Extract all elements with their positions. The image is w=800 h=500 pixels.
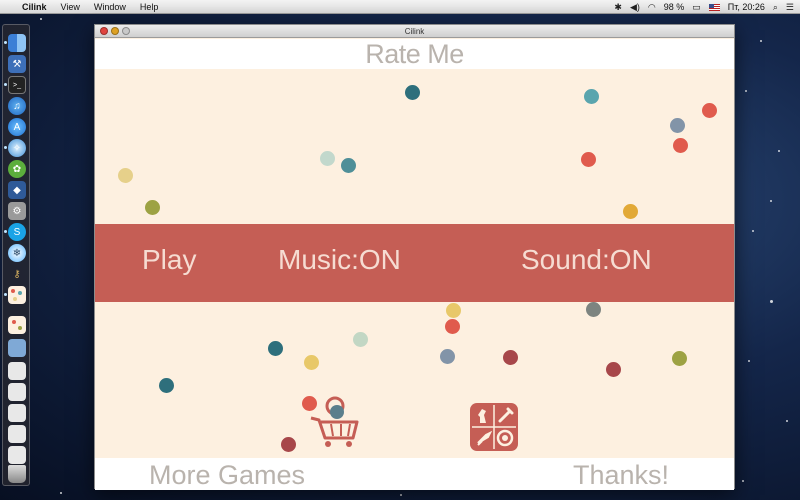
dot — [445, 319, 460, 334]
dot — [672, 351, 687, 366]
minimize-window-button[interactable] — [111, 27, 119, 35]
window-title: Cilink — [404, 27, 425, 36]
games-collection-icon — [472, 405, 516, 449]
menu-app-name[interactable]: Cilink — [22, 2, 47, 12]
dot — [446, 303, 461, 318]
window-titlebar[interactable]: Cilink — [95, 25, 734, 38]
battery-status[interactable]: 98 % — [664, 2, 685, 12]
dot — [145, 200, 160, 215]
menu-bar: Cilink View Window Help ✱ ◀) ◠ 98 % ▭ Пт… — [0, 0, 800, 14]
dashboard-icon[interactable]: ◆ — [8, 181, 26, 199]
finder-icon[interactable] — [8, 34, 26, 52]
terminal-icon[interactable]: >_ — [8, 76, 26, 94]
dot — [159, 378, 174, 393]
document-icon[interactable] — [8, 425, 26, 443]
more-games-button[interactable]: More Games — [149, 460, 305, 491]
main-menu-band: Play Music:ON Sound:ON — [95, 224, 734, 302]
dot — [304, 355, 319, 370]
menu-view[interactable]: View — [61, 2, 80, 12]
network-icon[interactable]: ❄ — [8, 244, 26, 262]
dot — [670, 118, 685, 133]
shopping-cart-icon — [310, 396, 359, 447]
dot — [118, 168, 133, 183]
close-window-button[interactable] — [100, 27, 108, 35]
game-center-button[interactable] — [470, 403, 518, 451]
safari-icon[interactable]: ✧ — [8, 139, 26, 157]
system-preferences-icon[interactable]: ⚙ — [8, 202, 26, 220]
dot — [440, 349, 455, 364]
menu-help[interactable]: Help — [140, 2, 159, 12]
shop-cart-button[interactable] — [309, 396, 359, 448]
sound-toggle[interactable]: Sound:ON — [521, 244, 652, 276]
menu-window[interactable]: Window — [94, 2, 126, 12]
dot — [503, 350, 518, 365]
keychain-icon[interactable]: ⚷ — [8, 265, 26, 283]
dot — [673, 138, 688, 153]
dot — [623, 204, 638, 219]
skype-icon[interactable]: S — [8, 223, 26, 241]
battery-icon: ▭ — [692, 1, 701, 12]
document-icon[interactable] — [8, 446, 26, 464]
document-icon[interactable] — [8, 404, 26, 422]
thanks-button[interactable]: Thanks! — [573, 460, 669, 491]
play-button[interactable]: Play — [142, 244, 196, 276]
itunes-icon[interactable]: ♫ — [8, 97, 26, 115]
dot — [281, 437, 296, 452]
input-source-flag-icon[interactable] — [708, 3, 720, 11]
folder-icon[interactable] — [8, 339, 26, 357]
rate-me-button[interactable]: Rate Me — [95, 39, 734, 69]
zoom-window-button[interactable] — [122, 27, 130, 35]
cilink-doc-icon[interactable] — [8, 316, 26, 334]
dot — [341, 158, 356, 173]
xcode-icon[interactable]: ⚒ — [8, 55, 26, 73]
volume-icon[interactable]: ◀) — [630, 2, 640, 13]
dock: ⚒ >_ ♫ A ✧ ✿ ◆ ⚙ S ❄ ⚷ — [2, 24, 30, 486]
wifi-icon[interactable]: ◠ — [648, 2, 656, 13]
notification-center-icon[interactable]: ☰ — [786, 2, 794, 13]
dot — [586, 302, 601, 317]
bluetooth-icon[interactable]: ✱ — [614, 2, 622, 13]
grab-icon[interactable]: ✿ — [8, 160, 26, 178]
bottom-bar: More Games Thanks! — [95, 458, 734, 490]
document-icon[interactable] — [8, 383, 26, 401]
dot — [353, 332, 368, 347]
spotlight-icon[interactable]: ⌕ — [773, 2, 778, 13]
dot — [584, 89, 599, 104]
dot — [606, 362, 621, 377]
dot — [405, 85, 420, 100]
menu-extras: ✱ ◀) ◠ 98 % ▭ Пт, 20:26 ⌕ ☰ — [614, 0, 794, 14]
music-toggle[interactable]: Music:ON — [278, 244, 401, 276]
trash-icon[interactable] — [8, 465, 26, 483]
cilink-icon[interactable] — [8, 286, 26, 304]
app-store-icon[interactable]: A — [8, 118, 26, 136]
dot — [320, 151, 335, 166]
cilink-window: Cilink Rate Me Play Music:ON Sound:ON Mo… — [94, 24, 735, 490]
dot — [702, 103, 717, 118]
document-icon[interactable] — [8, 362, 26, 380]
dot — [268, 341, 283, 356]
menu-clock[interactable]: Пт, 20:26 — [728, 2, 765, 12]
dot — [581, 152, 596, 167]
